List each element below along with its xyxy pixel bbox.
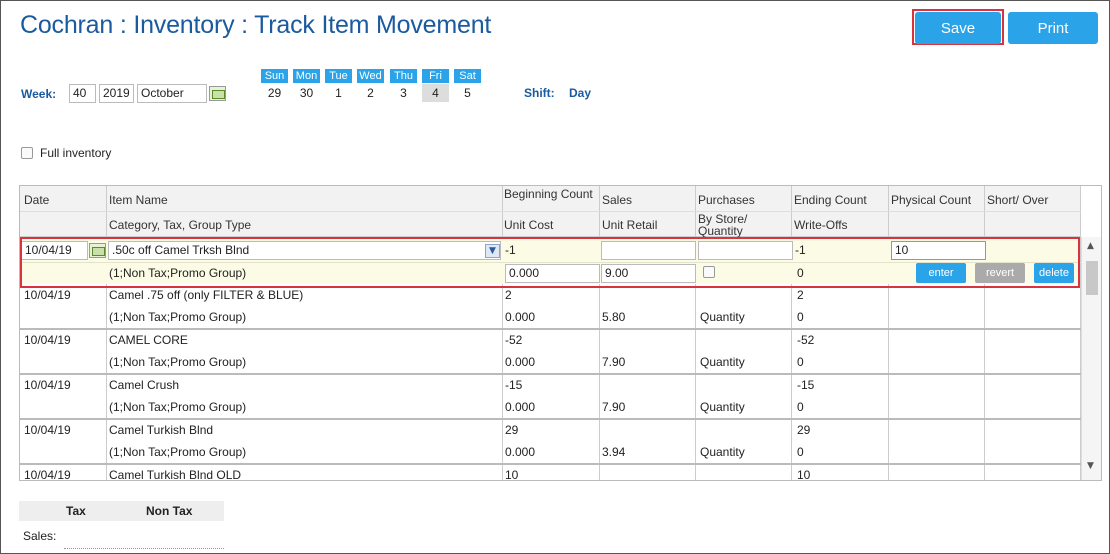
week-year-input[interactable]: 2019: [99, 84, 134, 103]
shift-value[interactable]: Day: [569, 86, 591, 100]
row-category: (1;Non Tax;Promo Group): [109, 310, 247, 324]
row-date: 10/04/19: [24, 378, 71, 392]
full-inventory-label: Full inventory: [40, 146, 112, 160]
row-ending: -15: [797, 378, 815, 392]
day-date-sat[interactable]: 5: [454, 84, 481, 102]
col-header-category: Category, Tax, Group Type: [109, 218, 252, 232]
row-date: 10/04/19: [24, 333, 71, 347]
calendar-icon[interactable]: [209, 86, 226, 101]
row-unit-cost: 0.000: [505, 400, 536, 414]
inventory-table: Date Item Name Beginning Count Sales Pur…: [19, 185, 1102, 481]
row-item-name[interactable]: Camel Turkish Blnd: [109, 423, 213, 437]
summary-divider: [64, 548, 224, 549]
row-writeoffs: 0: [797, 445, 804, 459]
full-inventory-checkbox[interactable]: [21, 147, 33, 159]
table-scrollbar[interactable]: ▲ ▼: [1081, 237, 1101, 480]
day-date-tue[interactable]: 1: [325, 84, 352, 102]
row-beginning: -15: [505, 378, 523, 392]
row-beginning: -52: [505, 333, 523, 347]
day-date-thu[interactable]: 3: [390, 84, 417, 102]
row-writeoffs: 0: [797, 355, 804, 369]
row-ending: -52: [797, 333, 815, 347]
scrollbar-thumb[interactable]: [1086, 261, 1098, 295]
selected-row-highlight: [20, 237, 1080, 288]
shift-label: Shift:: [524, 86, 555, 100]
row-unit-cost: 0.000: [505, 445, 536, 459]
row-unit-retail: 7.90: [602, 400, 626, 414]
row-date: 10/04/19: [24, 423, 71, 437]
row-writeoffs: 0: [797, 310, 804, 324]
col-header-unit-retail: Unit Retail: [602, 218, 658, 232]
summary-tax-header: Tax: [66, 504, 86, 518]
day-date-mon[interactable]: 30: [293, 84, 320, 102]
scroll-down-icon[interactable]: ▼: [1087, 461, 1094, 471]
row-beginning: 29: [505, 423, 519, 437]
col-header-unit-cost: Unit Cost: [504, 218, 554, 232]
row-ending: 10: [797, 468, 811, 481]
row-unit-retail: 3.94: [602, 445, 626, 459]
row-category: (1;Non Tax;Promo Group): [109, 355, 247, 369]
summary-header: [19, 501, 224, 521]
week-label: Week:: [21, 87, 57, 101]
day-header-tue[interactable]: Tue: [325, 69, 352, 83]
row-item-name[interactable]: CAMEL CORE: [109, 333, 188, 347]
row-item-name[interactable]: Camel Crush: [109, 378, 179, 392]
row-by-store: Quantity: [700, 310, 745, 324]
col-header-short-over: Short/ Over: [987, 193, 1049, 207]
row-by-store: Quantity: [700, 355, 745, 369]
row-beginning: 2: [505, 288, 512, 302]
col-header-item-name: Item Name: [109, 193, 168, 207]
row-item-name[interactable]: Camel Turkish Blnd OLD: [109, 468, 241, 480]
row-date: 10/04/19: [24, 288, 71, 302]
page-title: Cochran : Inventory : Track Item Movemen…: [20, 11, 492, 39]
day-header-thu[interactable]: Thu: [390, 69, 417, 83]
print-button[interactable]: Print: [1008, 12, 1098, 44]
row-beginning: 10: [505, 468, 519, 481]
scroll-up-icon[interactable]: ▲: [1087, 241, 1094, 251]
day-date-fri[interactable]: 4: [422, 84, 449, 102]
col-header-physical-count: Physical Count: [891, 193, 972, 207]
row-item-name[interactable]: Camel .75 off (only FILTER & BLUE): [109, 288, 303, 302]
summary-non-tax-header: Non Tax: [146, 504, 193, 518]
row-unit-cost: 0.000: [505, 310, 536, 324]
week-month-input[interactable]: October: [137, 84, 207, 103]
summary-sales-label: Sales:: [23, 529, 57, 543]
day-header-fri[interactable]: Fri: [422, 69, 449, 83]
row-by-store: Quantity: [700, 445, 745, 459]
row-unit-cost: 0.000: [505, 355, 536, 369]
row-unit-retail: 7.90: [602, 355, 626, 369]
row-unit-retail: 5.80: [602, 310, 626, 324]
day-date-sun[interactable]: 29: [261, 84, 288, 102]
row-ending: 2: [797, 288, 804, 302]
col-header-ending-count: Ending Count: [794, 193, 867, 207]
row-date: 10/04/19: [24, 468, 71, 481]
row-category: (1;Non Tax;Promo Group): [109, 400, 247, 414]
day-date-wed[interactable]: 2: [357, 84, 384, 102]
col-header-purchases: Purchases: [698, 193, 755, 207]
week-number-input[interactable]: 40: [69, 84, 96, 103]
day-header-sun[interactable]: Sun: [261, 69, 288, 83]
col-header-sales: Sales: [602, 193, 633, 207]
row-ending: 29: [797, 423, 811, 437]
col-header-beginning-count: Beginning Count: [504, 187, 593, 201]
row-writeoffs: 0: [797, 400, 804, 414]
col-header-by-store: By Store/ Quantity: [698, 212, 748, 238]
row-by-store: Quantity: [700, 400, 745, 414]
row-category: (1;Non Tax;Promo Group): [109, 445, 247, 459]
day-header-wed[interactable]: Wed: [357, 69, 384, 83]
col-header-write-offs: Write-Offs: [794, 218, 848, 232]
save-button[interactable]: Save: [915, 12, 1001, 44]
day-header-mon[interactable]: Mon: [293, 69, 320, 83]
day-header-sat[interactable]: Sat: [454, 69, 481, 83]
col-header-date: Date: [24, 193, 50, 207]
